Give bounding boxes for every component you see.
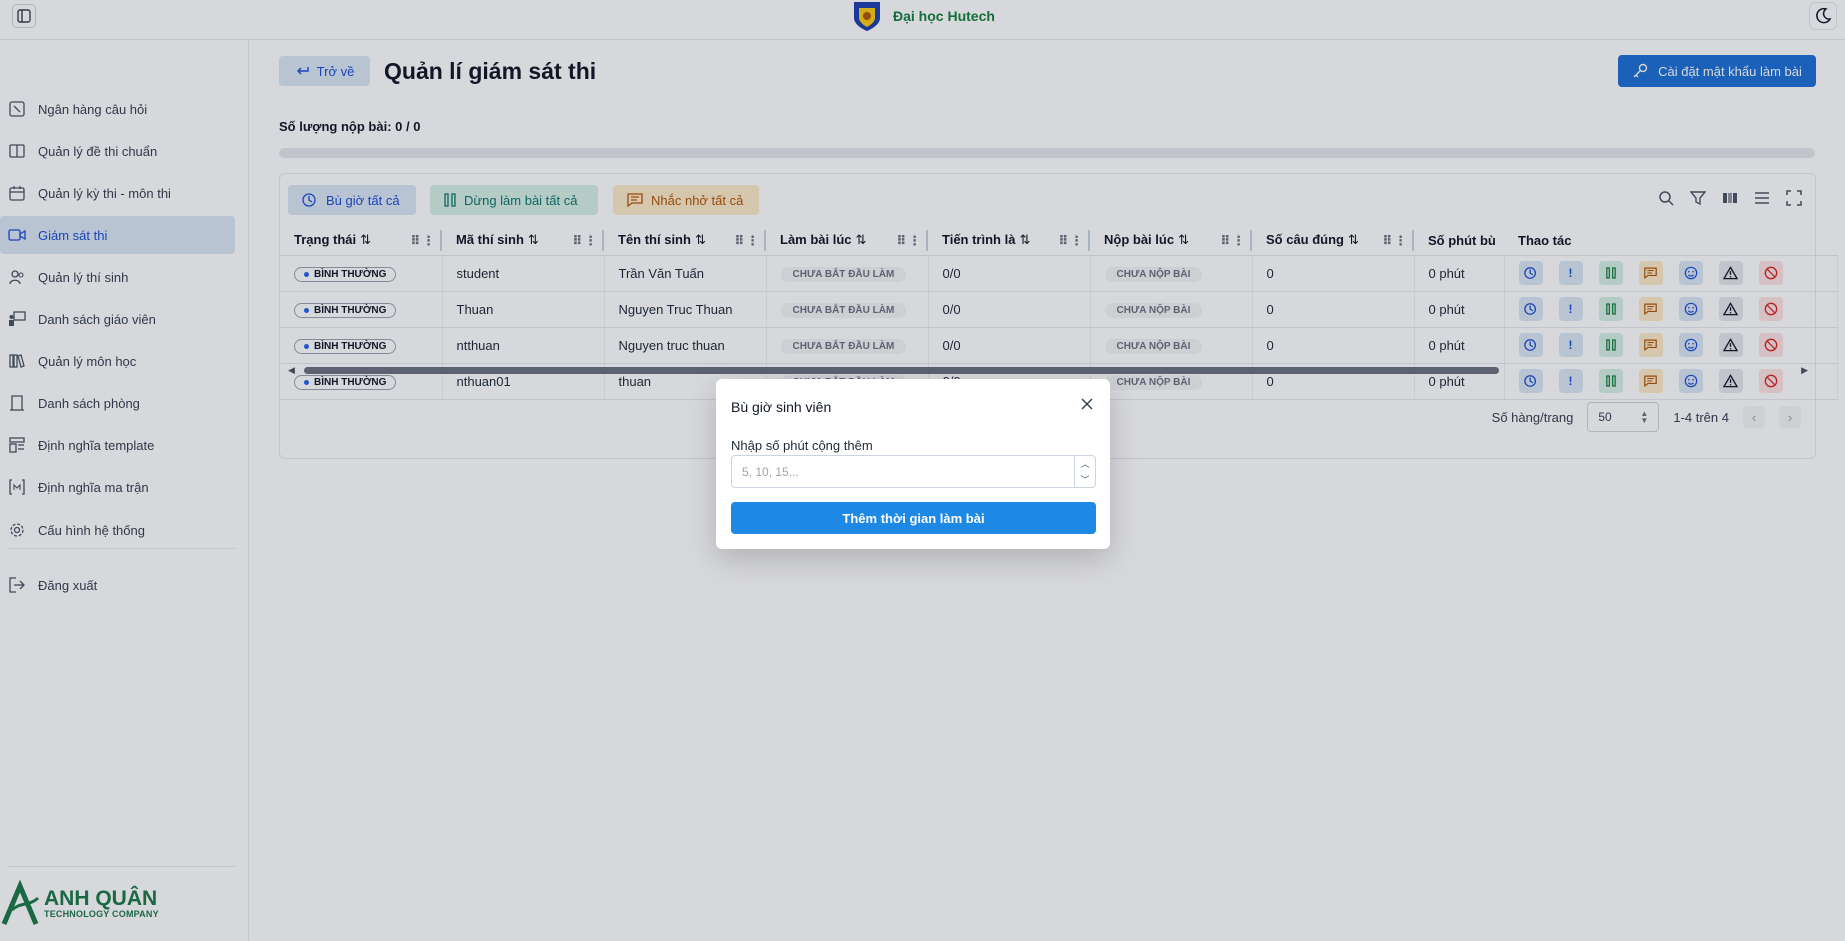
add-time-submit-button[interactable]: Thêm thời gian làm bài (731, 502, 1096, 534)
extra-minutes-field[interactable]: ︿ ﹀ (731, 455, 1096, 488)
decrement-icon[interactable]: ﹀ (1075, 472, 1095, 488)
extra-minutes-label: Nhập số phút cộng thêm (731, 438, 873, 453)
increment-icon[interactable]: ︿ (1075, 456, 1095, 472)
add-time-modal: Bù giờ sinh viên Nhập số phút cộng thêm … (716, 379, 1110, 549)
close-icon (1081, 398, 1093, 410)
extra-minutes-input[interactable] (732, 456, 1074, 487)
close-button[interactable] (1078, 395, 1096, 413)
modal-title: Bù giờ sinh viên (731, 399, 832, 415)
number-stepper[interactable]: ︿ ﹀ (1074, 456, 1095, 487)
